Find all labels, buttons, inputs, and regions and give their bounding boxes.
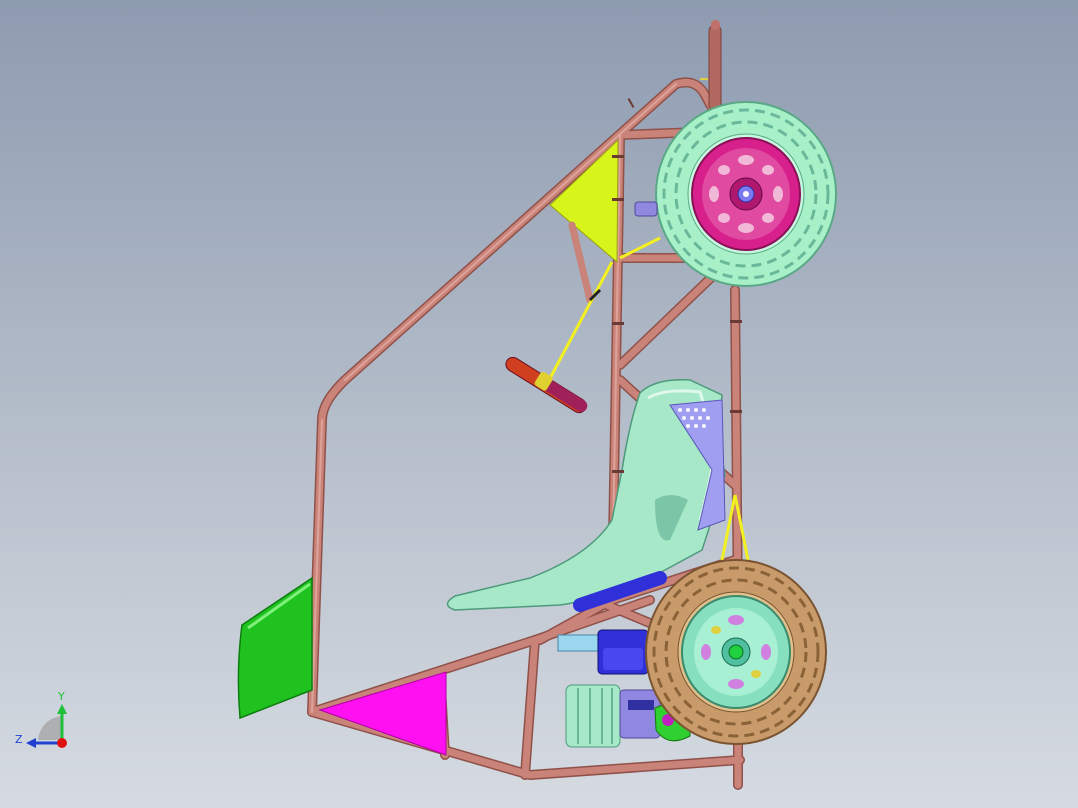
nose-panel [237, 576, 313, 720]
z-axis-arrow [26, 738, 36, 748]
rear-hub [728, 644, 744, 660]
axis-triad: Y Z [15, 690, 67, 748]
steering-assembly [505, 261, 614, 414]
front-spindle [634, 201, 658, 217]
steering-column [546, 261, 614, 383]
fuel-tank [619, 689, 661, 739]
top-upright-post [708, 20, 722, 112]
y-axis-arrow [57, 704, 67, 714]
triad-sphere [38, 716, 62, 740]
rear-wheel [645, 559, 827, 745]
cad-viewport[interactable]: Y Z [0, 0, 1078, 808]
z-axis-label: Z [15, 733, 23, 746]
y-axis-label: Y [57, 690, 65, 703]
go-kart-frame-model: Y Z [15, 20, 837, 790]
x-axis-dot [57, 738, 67, 748]
front-gusset-plate [549, 138, 619, 264]
